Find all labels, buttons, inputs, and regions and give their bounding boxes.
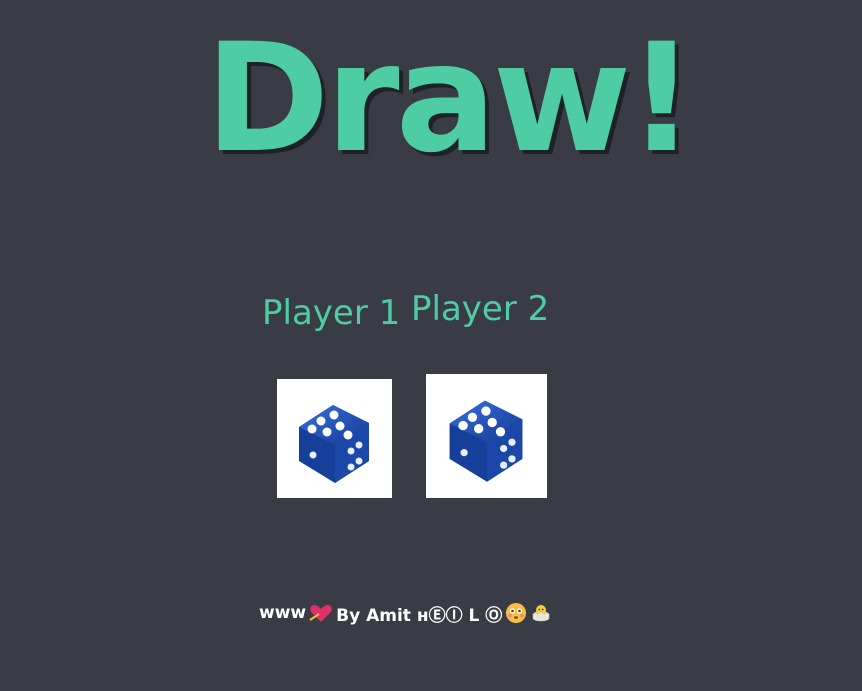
footer-credit: www By Amit ʜⒺⒾ L Ⓞ (259, 600, 552, 626)
footer-prefix: www (259, 603, 307, 623)
player-2-label: Player 2 (411, 289, 550, 329)
player-2-dice (426, 374, 547, 498)
player-1-label: Player 1 (262, 293, 401, 333)
dice-six-icon (449, 400, 522, 482)
dice-six-icon (298, 404, 369, 483)
footer-credit-text: By Amit ʜⒺⒾ L Ⓞ (336, 605, 503, 626)
hatching-chick-icon (530, 602, 552, 624)
arrow-heart-icon (309, 602, 333, 624)
player-1-dice (277, 379, 392, 498)
flushed-face-icon (505, 602, 527, 624)
result-title: Draw! (205, 12, 696, 186)
